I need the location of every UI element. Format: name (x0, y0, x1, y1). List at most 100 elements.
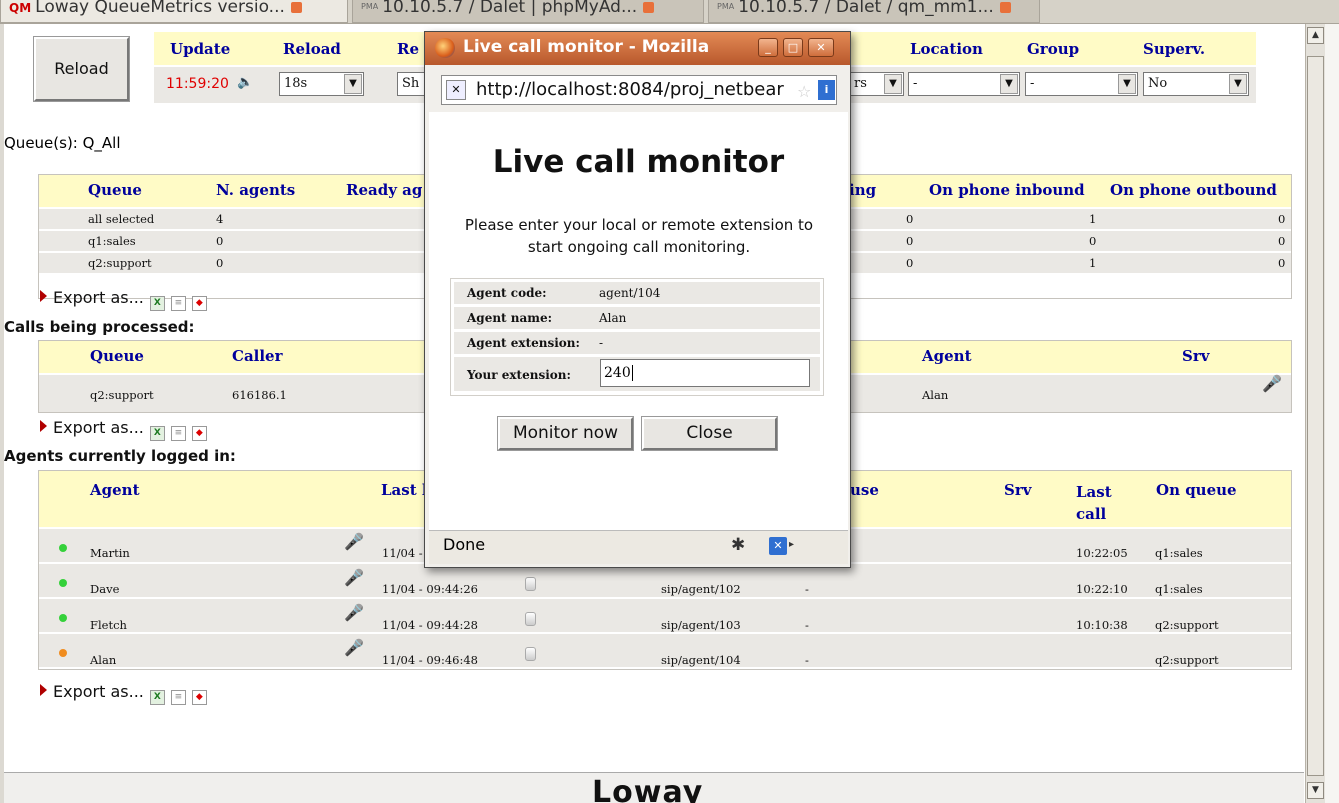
agents-title: Agents currently logged in: (4, 447, 236, 465)
export-label[interactable]: Export as... (53, 418, 144, 437)
group-select[interactable]: - ▼ (1025, 72, 1138, 96)
database-icon[interactable] (525, 577, 536, 591)
pdf-icon[interactable]: ◆ (191, 690, 207, 705)
maximize-icon[interactable]: □ (783, 38, 803, 57)
text-cursor (631, 365, 633, 381)
database-icon[interactable] (525, 647, 536, 661)
scrollbar-thumb[interactable] (1307, 56, 1324, 776)
document-icon[interactable]: ≡ (170, 296, 186, 311)
close-button[interactable]: Close (641, 416, 778, 451)
logon-cell: 11/04 - 09:44:26 (382, 582, 478, 596)
queue-cell: q2:support (88, 256, 152, 270)
bookmark-star-icon[interactable]: ☆ (797, 78, 811, 104)
logon-cell: 11/04 - 09:46:48 (382, 653, 478, 667)
col-srv: Srv (1004, 481, 1032, 499)
location-label: Location (910, 40, 983, 58)
rs-select-value: rs (854, 76, 867, 91)
document-icon[interactable]: ≡ (170, 690, 186, 705)
scroll-down-icon[interactable]: ▼ (1307, 782, 1324, 799)
col-ready-agents: Ready ag (346, 181, 423, 199)
microphone-icon[interactable]: 🎤 (1262, 374, 1282, 393)
col-queue: Queue (90, 347, 144, 365)
microphone-icon[interactable]: 🎤 (344, 638, 364, 657)
col-agent: Agent (922, 347, 972, 365)
last-call-cell: 10:22:10 (1076, 582, 1128, 596)
microphone-icon[interactable]: 🎤 (344, 568, 364, 587)
qm-logo-icon: QM (9, 1, 32, 15)
pdf-icon[interactable]: ◆ (191, 426, 207, 441)
export-row-agents[interactable]: Export as... X ≡ ◆ (40, 682, 207, 705)
reload-interval-select[interactable]: 18s ▼ (279, 72, 364, 96)
re-select-value: Sh (402, 76, 420, 91)
popup-content: Live call monitor Please enter your loca… (429, 112, 848, 530)
col-on-phone-inbound: On phone inbound (929, 181, 1085, 199)
addon-arrow-icon[interactable]: ▸ (789, 531, 794, 559)
document-icon[interactable]: ≡ (170, 426, 186, 441)
col-caller: Caller (232, 347, 283, 365)
agent-name: Fletch (90, 618, 127, 632)
export-row-queues[interactable]: Export as... X ≡ ◆ (40, 288, 207, 311)
excel-icon[interactable]: X (149, 690, 165, 705)
pma-logo-icon: PMA (717, 2, 735, 11)
pdf-icon[interactable]: ◆ (191, 296, 207, 311)
superv-select[interactable]: No ▼ (1143, 72, 1249, 96)
export-label[interactable]: Export as... (53, 288, 144, 307)
reload-button[interactable]: Reload (33, 36, 130, 102)
reload-interval-label: Reload (283, 40, 341, 58)
info-icon[interactable]: i (818, 80, 835, 100)
url-bar[interactable]: ✕ http://localhost:8084/proj_netbear ☆ i (441, 75, 837, 105)
location-select[interactable]: - ▼ (908, 72, 1020, 96)
col-pause: use (850, 481, 879, 499)
close-window-icon[interactable]: ✕ (808, 38, 834, 57)
export-row-calls[interactable]: Export as... X ≡ ◆ (40, 418, 207, 441)
microphone-icon[interactable]: 🎤 (344, 532, 364, 551)
url-text[interactable]: http://localhost:8084/proj_netbear (476, 79, 784, 100)
group-value: - (1030, 76, 1035, 91)
agent-code-value: agent/104 (599, 286, 661, 300)
scroll-up-icon[interactable]: ▲ (1307, 27, 1324, 44)
monitor-now-button[interactable]: Monitor now (497, 416, 634, 451)
on-queue-cell: q1:sales (1155, 582, 1203, 596)
tab-label: 10.10.5.7 / Dalet / qm_mm1... (738, 0, 994, 17)
rs-select[interactable]: rs ▼ (849, 72, 904, 96)
agent-extension-label: Agent extension: (467, 336, 580, 350)
logon-cell: 11/04 - (382, 546, 423, 560)
queue-cell: q1:sales (88, 234, 136, 248)
agent-name: Martin (90, 546, 130, 560)
popup-statusbar: Done ✱ ✕ ▸ (429, 530, 848, 564)
excel-icon[interactable]: X (149, 296, 165, 311)
logon-cell: 11/04 - 09:44:28 (382, 618, 478, 632)
superv-label: Superv. (1143, 40, 1206, 58)
reload-interval-value: 18s (284, 76, 308, 91)
site-icon: ✕ (446, 80, 466, 100)
your-extension-input[interactable]: 240 (600, 359, 810, 387)
pause-cell: - (805, 618, 809, 632)
tab-phpmyadmin-2[interactable]: PMA 10.10.5.7 / Dalet / qm_mm1... (708, 0, 1040, 23)
footer-bar: Loway (4, 772, 1304, 803)
vertical-scrollbar[interactable]: ▲ ▼ (1305, 24, 1325, 803)
tab-label: Loway QueueMetrics versio... (35, 0, 285, 17)
speaker-icon[interactable]: 🔈 (237, 75, 253, 90)
export-label[interactable]: Export as... (53, 682, 144, 701)
database-icon[interactable] (525, 612, 536, 626)
outbound-cell: 0 (1278, 234, 1286, 248)
minimize-icon[interactable]: _ (758, 38, 778, 57)
agent-name: Alan (90, 653, 117, 667)
chevron-down-icon: ▼ (1229, 74, 1247, 94)
close-tab-icon[interactable] (643, 1, 655, 13)
close-tab-icon[interactable] (999, 1, 1011, 13)
ing-cell: 0 (906, 256, 914, 270)
col-ing: ing (849, 181, 877, 199)
close-tab-icon[interactable] (290, 1, 302, 13)
queues-title: Queue(s): Q_All (4, 134, 121, 152)
bug-icon[interactable]: ✱ (731, 531, 745, 559)
superv-value: No (1148, 76, 1168, 91)
popup-heading: Live call monitor (492, 144, 785, 180)
microphone-icon[interactable]: 🎤 (344, 603, 364, 622)
addon-icon[interactable]: ✕ (769, 537, 787, 555)
status-text: Done (443, 535, 486, 554)
excel-icon[interactable]: X (149, 426, 165, 441)
re-select[interactable]: Sh (397, 72, 427, 96)
tab-phpmyadmin-1[interactable]: PMA 10.10.5.7 / Dalet | phpMyAd... (352, 0, 704, 23)
tab-queuemetrics[interactable]: QM Loway QueueMetrics versio... (0, 0, 348, 23)
